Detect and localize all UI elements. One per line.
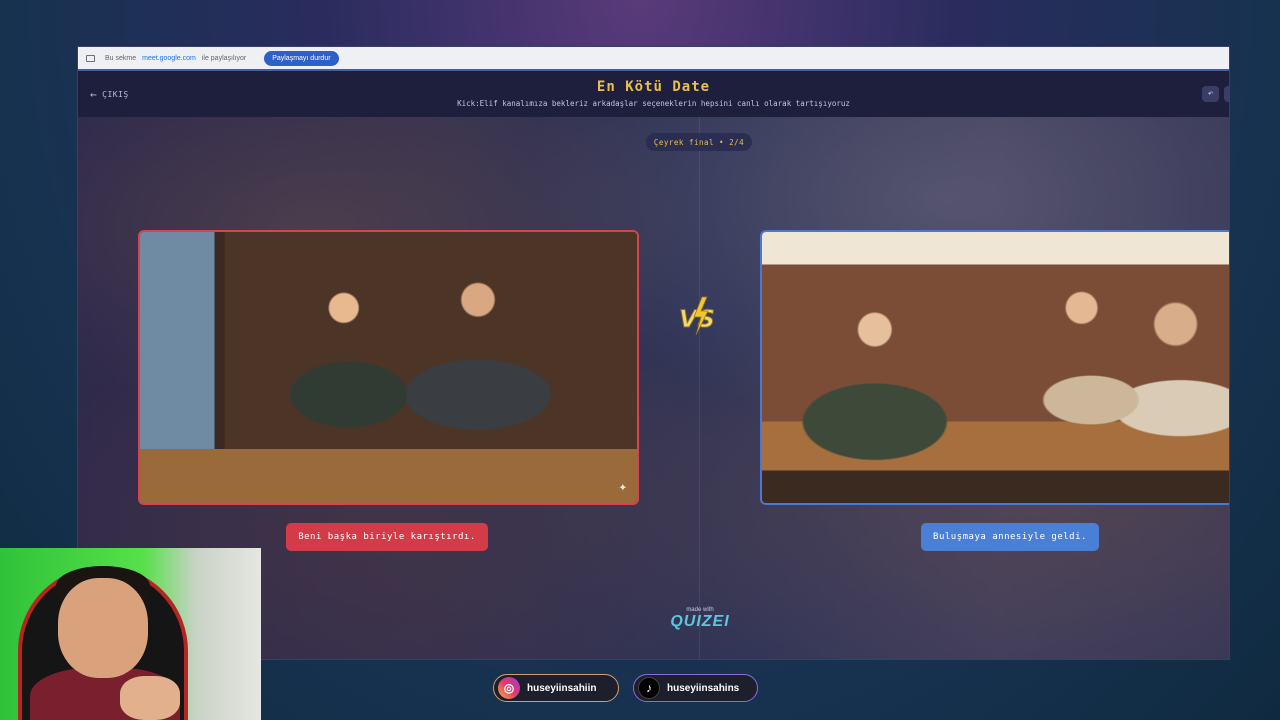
webcam-overlay (0, 548, 261, 720)
vs-icon: VS (679, 296, 715, 336)
share-domain: meet.google.com (142, 54, 196, 62)
share-notification-bar: Bu sekme meet.google.com ile paylaşılıyo… (78, 47, 1229, 71)
streamer-hands (120, 676, 180, 720)
page-title: En Kötü Date (596, 79, 711, 95)
answer-button-right[interactable]: Buluşmaya annesiyle geldi. (921, 523, 1099, 551)
undo-icon[interactable]: ↶ (1202, 86, 1219, 102)
tab-icon (86, 54, 95, 62)
share-text-suffix: ile paylaşılıyor (201, 54, 247, 62)
round-badge: Çeyrek final • 2/4 (646, 133, 752, 151)
app-header: ← ÇIKIŞ En Kötü Date Kick:Elif kanalımız… (78, 73, 1229, 117)
sparkle-icon: ✦ (618, 479, 627, 495)
option-image-left (140, 232, 637, 503)
option-card-left[interactable]: ✦ (138, 230, 639, 505)
tiktok-icon: ♪ (638, 677, 660, 699)
answer-button-left[interactable]: Beni başka biriyle karıştırdı. (286, 523, 488, 551)
menu-icon[interactable]: ⋮ (1224, 86, 1229, 102)
instagram-icon: ◎ (498, 677, 520, 699)
center-divider (699, 117, 700, 659)
instagram-handle-text: huseyiinsahiin (527, 682, 597, 694)
stop-sharing-button[interactable]: Paylaşmayı durdur (264, 50, 339, 66)
share-text-prefix: Bu sekme (105, 54, 137, 62)
page-description: Kick:Elif kanalımıza bekleriz arkadaşlar… (457, 99, 850, 108)
brand-logo: QUIZEI (670, 613, 730, 630)
option-image-right (762, 232, 1229, 503)
option-card-right[interactable] (760, 230, 1229, 505)
streamer-face (58, 578, 148, 678)
tiktok-handle-text: huseyiinsahins (667, 682, 740, 694)
made-with-branding: made with QUIZEI (652, 607, 748, 631)
instagram-handle: ◎ huseyiinsahiin (493, 674, 619, 702)
tiktok-handle: ♪ huseyiinsahins (633, 674, 758, 702)
